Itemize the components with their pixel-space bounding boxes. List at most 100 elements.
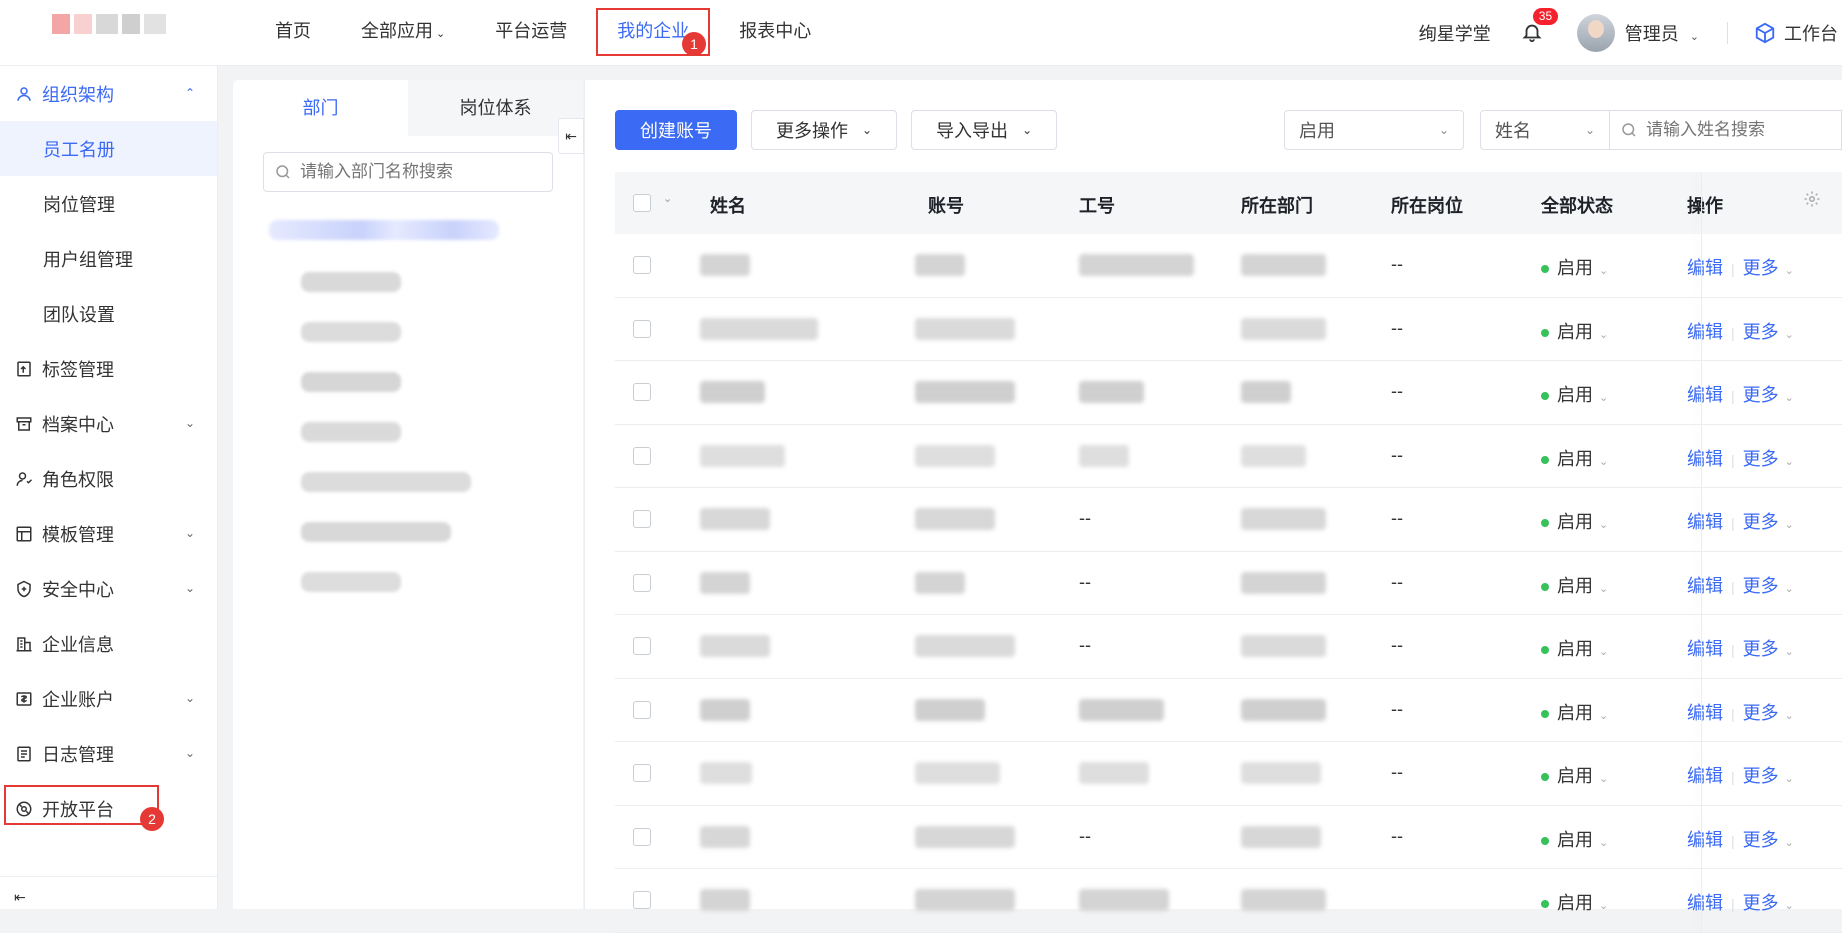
table-row[interactable]: -- 启用 ⌄ 编辑 | 更多 ⌄ [615, 234, 1842, 298]
row-checkbox[interactable] [633, 891, 651, 909]
sidebar-item-enterprise-info[interactable]: 企业信息 [0, 616, 217, 671]
sidebar-item-roles[interactable]: 角色权限 [0, 451, 217, 506]
more-link[interactable]: 更多 [1743, 449, 1779, 469]
more-link[interactable]: 更多 [1743, 893, 1779, 913]
dept-search-input[interactable] [300, 162, 540, 182]
select-all-checkbox[interactable] [633, 194, 651, 212]
status-cell[interactable]: 启用 ⌄ [1541, 826, 1608, 852]
row-checkbox[interactable] [633, 256, 651, 274]
more-link[interactable]: 更多 [1743, 703, 1779, 723]
table-row[interactable]: -- 启用 ⌄ 编辑 | 更多 ⌄ [615, 424, 1842, 488]
edit-link[interactable]: 编辑 [1687, 830, 1723, 850]
more-link[interactable]: 更多 [1743, 576, 1779, 596]
row-checkbox[interactable] [633, 446, 651, 465]
edit-link[interactable]: 编辑 [1687, 639, 1723, 659]
edit-link[interactable]: 编辑 [1687, 576, 1723, 596]
sidebar-item-security[interactable]: 安全中心 ⌄ [0, 561, 217, 616]
table-row[interactable]: -- 启用 ⌄ 编辑 | 更多 ⌄ [615, 742, 1842, 806]
settings-gear-icon[interactable] [1803, 190, 1821, 213]
sidebar-item-user-groups[interactable]: 用户组管理 [0, 231, 217, 286]
sidebar-item-team-settings[interactable]: 团队设置 [0, 286, 217, 341]
edit-link[interactable]: 编辑 [1687, 766, 1723, 786]
more-actions-button[interactable]: 更多操作 ⌄ [751, 110, 898, 150]
collapse-panel-button[interactable]: ⇤ [558, 118, 584, 154]
status-cell[interactable]: 启用 ⌄ [1541, 572, 1608, 598]
edit-link[interactable]: 编辑 [1687, 258, 1723, 278]
status-select[interactable]: 启用 ⌄ [1284, 110, 1464, 150]
table-row[interactable]: 启用 ⌄ 编辑 | 更多 ⌄ [615, 869, 1842, 933]
status-cell[interactable]: 启用 ⌄ [1541, 635, 1608, 661]
table-row[interactable]: -- -- 启用 ⌄ 编辑 | 更多 ⌄ [615, 551, 1842, 615]
dept-tree-root[interactable] [269, 220, 499, 240]
workbench-button[interactable]: 工作台 [1754, 20, 1838, 46]
table-row[interactable]: -- -- 启用 ⌄ 编辑 | 更多 ⌄ [615, 615, 1842, 679]
nav-home[interactable]: 首页 [250, 0, 336, 66]
nav-platform-ops[interactable]: 平台运营 [470, 0, 592, 66]
edit-link[interactable]: 编辑 [1687, 512, 1723, 532]
collapse-sidebar-icon[interactable]: ⇤ [14, 889, 26, 906]
row-checkbox[interactable] [633, 319, 651, 338]
name-search-field[interactable] [1610, 110, 1842, 150]
table-row[interactable]: -- 启用 ⌄ 编辑 | 更多 ⌄ [615, 678, 1842, 742]
row-checkbox[interactable] [633, 700, 651, 719]
sidebar-item-logs[interactable]: 日志管理 ⌄ [0, 726, 217, 781]
sidebar-item-templates[interactable]: 模板管理 ⌄ [0, 506, 217, 561]
row-checkbox[interactable] [633, 383, 651, 401]
row-checkbox[interactable] [633, 637, 651, 655]
dept-tree-node[interactable] [301, 572, 401, 592]
edit-link[interactable]: 编辑 [1687, 322, 1723, 342]
table-row[interactable]: -- 启用 ⌄ 编辑 | 更多 ⌄ [615, 297, 1842, 361]
table-row[interactable]: -- -- 启用 ⌄ 编辑 | 更多 ⌄ [615, 805, 1842, 869]
more-link[interactable]: 更多 [1743, 385, 1779, 405]
dept-tree-node[interactable] [301, 522, 451, 542]
row-checkbox[interactable] [633, 573, 651, 592]
dept-tree-node[interactable] [301, 372, 401, 392]
dept-tree-node[interactable] [301, 322, 401, 342]
edit-link[interactable]: 编辑 [1687, 703, 1723, 723]
xuexing-link[interactable]: 绚星学堂 [1419, 20, 1491, 46]
more-link[interactable]: 更多 [1743, 322, 1779, 342]
sidebar-item-staff-roster[interactable]: 员工名册 [0, 121, 217, 176]
more-link[interactable]: 更多 [1743, 258, 1779, 278]
col-status[interactable]: 全部状态 [1541, 192, 1613, 218]
create-account-button[interactable]: 创建账号 [615, 110, 737, 150]
dept-search-field[interactable] [263, 152, 553, 192]
edit-link[interactable]: 编辑 [1687, 893, 1723, 913]
more-link[interactable]: 更多 [1743, 766, 1779, 786]
edit-link[interactable]: 编辑 [1687, 449, 1723, 469]
name-search-input[interactable] [1646, 120, 1836, 140]
table-row[interactable]: -- -- 启用 ⌄ 编辑 | 更多 ⌄ [615, 488, 1842, 552]
tab-post-system[interactable]: 岗位体系 [408, 80, 583, 136]
import-export-button[interactable]: 导入导出 ⌄ [911, 110, 1058, 150]
nav-report-center[interactable]: 报表中心 [714, 0, 836, 66]
dept-tree-node[interactable] [301, 422, 401, 442]
status-cell[interactable]: 启用 ⌄ [1541, 508, 1608, 534]
sidebar-item-tags[interactable]: 标签管理 [0, 341, 217, 396]
avatar[interactable] [1576, 14, 1615, 52]
edit-link[interactable]: 编辑 [1687, 385, 1723, 405]
status-cell[interactable]: 启用 ⌄ [1541, 254, 1608, 280]
tab-department[interactable]: 部门 [233, 80, 408, 136]
sidebar-item-post-manage[interactable]: 岗位管理 [0, 176, 217, 231]
sidebar-item-org[interactable]: 组织架构 ⌃ [0, 66, 217, 121]
row-checkbox[interactable] [633, 510, 651, 528]
dept-tree-node[interactable] [301, 272, 401, 292]
sidebar-item-enterprise-account[interactable]: 企业账户 ⌄ [0, 671, 217, 726]
dept-tree-node[interactable] [301, 472, 471, 492]
status-cell[interactable]: 启用 ⌄ [1541, 889, 1608, 915]
status-cell[interactable]: 启用 ⌄ [1541, 445, 1608, 471]
row-checkbox[interactable] [633, 827, 651, 846]
select-dropdown-chevron-icon[interactable]: ⌄ [663, 192, 672, 205]
status-cell[interactable]: 启用 ⌄ [1541, 381, 1608, 407]
status-cell[interactable]: 启用 ⌄ [1541, 762, 1608, 788]
sidebar-item-archive[interactable]: 档案中心 ⌄ [0, 396, 217, 451]
status-cell[interactable]: 启用 ⌄ [1541, 699, 1608, 725]
row-checkbox[interactable] [633, 764, 651, 782]
field-select[interactable]: 姓名 ⌄ [1480, 110, 1610, 150]
more-link[interactable]: 更多 [1743, 639, 1779, 659]
more-link[interactable]: 更多 [1743, 830, 1779, 850]
notification-button[interactable]: 35 [1521, 8, 1559, 45]
status-cell[interactable]: 启用 ⌄ [1541, 318, 1608, 344]
table-row[interactable]: -- 启用 ⌄ 编辑 | 更多 ⌄ [615, 361, 1842, 425]
more-link[interactable]: 更多 [1743, 512, 1779, 532]
